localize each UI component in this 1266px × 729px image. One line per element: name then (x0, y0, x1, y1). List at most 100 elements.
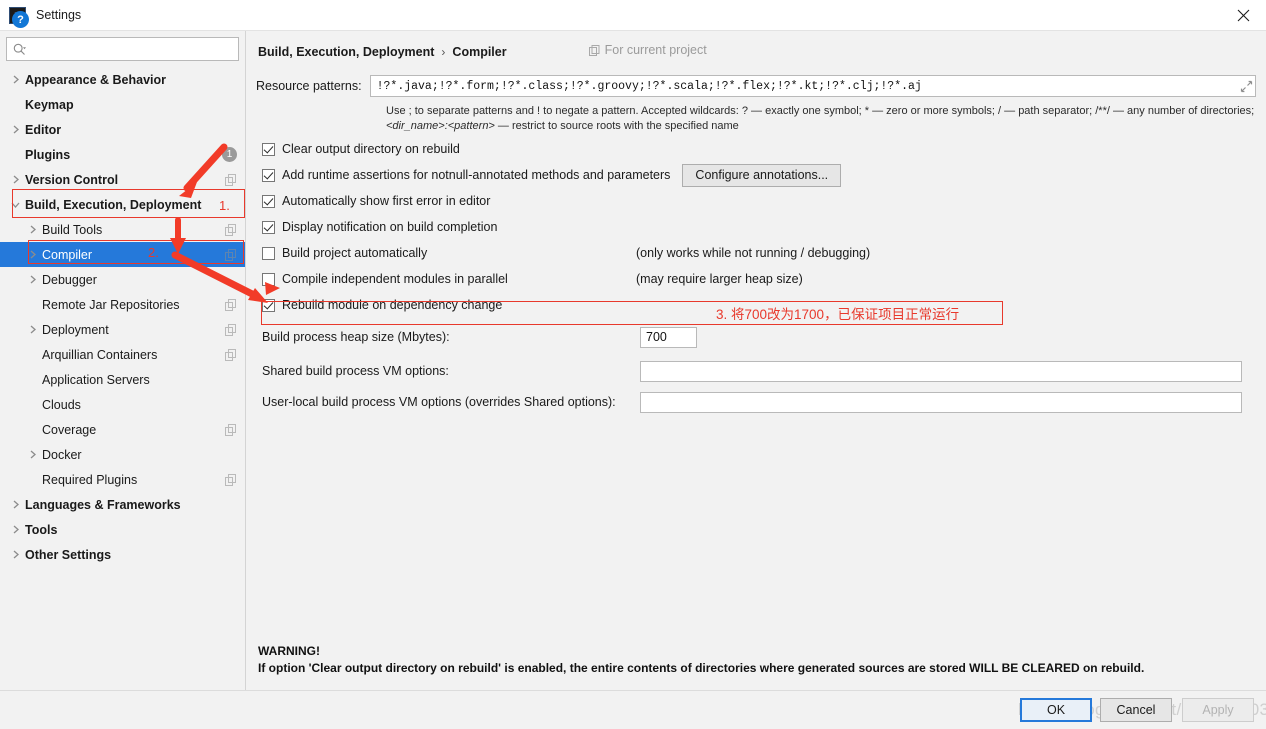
sidebar-item-deployment[interactable]: Deployment (0, 317, 245, 342)
chevron-right-icon[interactable] (27, 324, 38, 335)
sidebar-item-plugins[interactable]: Plugins 1 (0, 142, 245, 167)
checkbox-automatically-show-first-error-in-editor[interactable] (262, 194, 275, 208)
sidebar-item-label: Coverage (42, 422, 97, 437)
option-label[interactable]: Display notification on build completion (282, 220, 497, 234)
userlocal-vm-input[interactable] (640, 391, 1242, 413)
sidebar-item-version-control[interactable]: Version Control (0, 167, 245, 192)
warning-block: WARNING! If option 'Clear output directo… (258, 643, 1144, 677)
option-label[interactable]: Add runtime assertions for notnull-annot… (282, 168, 670, 182)
heap-size-input[interactable] (640, 326, 697, 348)
chevron-down-icon[interactable] (10, 199, 21, 210)
sidebar-item-editor[interactable]: Editor (0, 117, 245, 142)
project-scope-icon (225, 248, 236, 261)
project-scope-icon (225, 298, 236, 311)
sidebar-item-label: Keymap (25, 97, 74, 112)
apply-button[interactable]: Apply (1182, 698, 1254, 722)
project-scope-icon (225, 348, 236, 361)
sidebar-item-languages-frameworks[interactable]: Languages & Frameworks (0, 492, 245, 517)
hint-line-1: Use ; to separate patterns and ! to nega… (386, 105, 1186, 117)
plugin-update-badge: 1 (222, 147, 237, 162)
sidebar-item-label: Required Plugins (42, 472, 138, 487)
chevron-right-icon[interactable] (27, 224, 38, 235)
chevron-right-icon[interactable] (27, 449, 38, 460)
sidebar-item-build-tools[interactable]: Build Tools (0, 217, 245, 242)
option-row: Display notification on build completion (262, 216, 1256, 238)
sidebar-item-debugger[interactable]: Debugger (0, 267, 245, 292)
sidebar-item-coverage[interactable]: Coverage (0, 417, 245, 442)
for-current-project-label: For current project (588, 43, 707, 57)
expand-icon[interactable] (1237, 76, 1255, 96)
project-scope-icon (225, 473, 236, 486)
breadcrumb-current: Compiler (452, 44, 507, 59)
sidebar-item-remote-jar-repositories[interactable]: Remote Jar Repositories (0, 292, 245, 317)
cancel-button[interactable]: Cancel (1100, 698, 1172, 722)
heap-size-label: Build process heap size (Mbytes): (262, 330, 450, 344)
sidebar-item-label: Deployment (42, 322, 109, 337)
chevron-right-icon[interactable] (10, 74, 21, 85)
breadcrumb-parent[interactable]: Build, Execution, Deployment (258, 45, 434, 59)
sidebar-item-label: Other Settings (25, 547, 112, 562)
checkbox-display-notification-on-build-completion[interactable] (262, 220, 275, 234)
checkbox-compile-independent-modules-in-parallel[interactable] (262, 272, 275, 286)
configure-annotations-button[interactable]: Configure annotations... (682, 163, 842, 187)
chevron-right-icon[interactable] (10, 549, 21, 560)
shared-vm-input[interactable] (640, 360, 1242, 382)
option-row: Automatically show first error in editor (262, 190, 1256, 212)
userlocal-vm-row: User-local build process VM options (ove… (262, 391, 1256, 413)
sidebar-item-required-plugins[interactable]: Required Plugins (0, 467, 245, 492)
sidebar-item-label: Build, Execution, Deployment (25, 197, 202, 212)
option-label[interactable]: Build project automatically (282, 246, 427, 260)
project-scope-icon (225, 423, 236, 436)
sidebar-item-other-settings[interactable]: Other Settings (0, 542, 245, 567)
hint-line-2-post: — restrict to source roots with the spec… (494, 120, 739, 132)
shared-vm-label: Shared build process VM options: (262, 364, 449, 378)
option-row: Build project automatically (only works w… (262, 242, 1256, 264)
sidebar-item-clouds[interactable]: Clouds (0, 392, 245, 417)
option-row: Clear output directory on rebuild (262, 138, 1256, 160)
sidebar-item-appearance-behavior[interactable]: Appearance & Behavior (0, 67, 245, 92)
sidebar-item-build-execution-deployment[interactable]: Build, Execution, Deployment (0, 192, 245, 217)
sidebar-item-label: Clouds (42, 397, 81, 412)
warning-body: If option 'Clear output directory on reb… (258, 661, 1145, 675)
checkbox-build-project-automatically[interactable] (262, 246, 275, 260)
window-titlebar: IJ Settings (0, 0, 1266, 31)
chevron-right-icon[interactable] (10, 124, 21, 135)
help-icon[interactable]: ? (12, 11, 29, 28)
checkbox-add-runtime-assertions-for-notnull-annotated-methods-and-parameters[interactable] (262, 168, 275, 182)
checkbox-rebuild-module-on-dependency-change[interactable] (262, 298, 275, 312)
chevron-right-icon[interactable] (10, 174, 21, 185)
sidebar-item-label: Application Servers (42, 372, 150, 387)
search-input[interactable] (26, 41, 238, 57)
sidebar-search-wrap (0, 31, 245, 61)
compiler-settings-panel: Build, Execution, Deployment › Compiler … (246, 31, 1266, 690)
chevron-right-icon[interactable] (10, 524, 21, 535)
search-box[interactable] (6, 37, 239, 61)
sidebar-item-compiler[interactable]: Compiler (0, 242, 245, 267)
resource-patterns-input[interactable] (370, 79, 1237, 93)
sidebar-item-label: Languages & Frameworks (25, 497, 181, 512)
sidebar-item-keymap[interactable]: Keymap (0, 92, 245, 117)
option-label[interactable]: Compile independent modules in parallel (282, 272, 508, 286)
resource-patterns-label: Resource patterns: (256, 79, 362, 93)
settings-tree: Appearance & Behavior Keymap Editor Plugins… (0, 67, 245, 567)
chevron-right-icon[interactable] (10, 499, 21, 510)
option-label[interactable]: Rebuild module on dependency change (282, 298, 502, 312)
sidebar-item-label: Arquillian Containers (42, 347, 158, 362)
option-label[interactable]: Automatically show first error in editor (282, 194, 490, 208)
sidebar-item-arquillian-containers[interactable]: Arquillian Containers (0, 342, 245, 367)
project-scope-icon (225, 173, 236, 186)
close-icon[interactable] (1221, 0, 1266, 31)
ok-button[interactable]: OK (1020, 698, 1092, 722)
chevron-right-icon[interactable] (27, 274, 38, 285)
window-title: Settings (36, 8, 82, 22)
sidebar-item-tools[interactable]: Tools (0, 517, 245, 542)
option-label[interactable]: Clear output directory on rebuild (282, 142, 460, 156)
sidebar-item-application-servers[interactable]: Application Servers (0, 367, 245, 392)
sidebar-item-docker[interactable]: Docker (0, 442, 245, 467)
breadcrumb: Build, Execution, Deployment › Compiler … (258, 43, 1256, 63)
sidebar-item-label: Remote Jar Repositories (42, 297, 180, 312)
for-current-project-text: For current project (604, 43, 707, 57)
resource-patterns-field[interactable] (369, 75, 1256, 97)
checkbox-clear-output-directory-on-rebuild[interactable] (262, 142, 275, 156)
chevron-right-icon[interactable] (27, 249, 38, 260)
